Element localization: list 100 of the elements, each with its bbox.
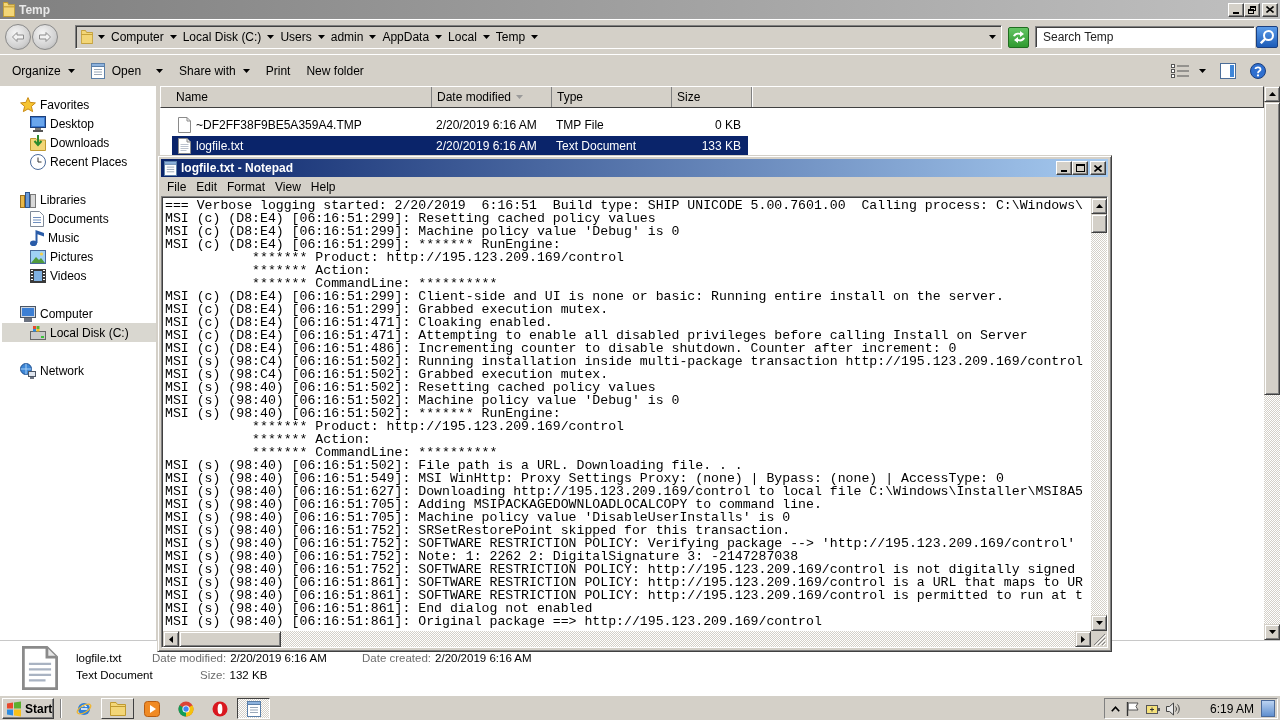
- menu-item[interactable]: Edit: [191, 177, 223, 196]
- split-button[interactable]: Open: [82, 58, 172, 83]
- log-line: ******* Action:: [251, 433, 372, 446]
- show-desktop-button[interactable]: [1261, 700, 1275, 717]
- breadcrumb-item[interactable]: admin: [329, 27, 365, 47]
- breadcrumb-item[interactable]: Local: [447, 27, 478, 47]
- menu-item[interactable]: View: [270, 177, 306, 196]
- log-line: ******* Action:: [251, 264, 372, 277]
- scrollbar-thumb[interactable]: [1091, 214, 1107, 233]
- computer-icon: [20, 305, 36, 322]
- chevron-up-icon: [1111, 705, 1120, 712]
- refresh-arrows-icon: [1011, 31, 1026, 43]
- log-line: MSI (s) (98:40) [06:16:51:502]: ******* RunEngine:: [165, 407, 561, 420]
- log-line: MSI (s) (98:40) [06:16:51:752]: SOFTWARE RESTRICTION POLICY: Verifying package --> 'http://195.123.209.169/control': [165, 537, 1077, 550]
- menu-item[interactable]: File: [162, 177, 192, 196]
- close-button[interactable]: [1262, 2, 1278, 17]
- caret-icon[interactable]: [169, 35, 177, 39]
- network-icon: [20, 362, 36, 379]
- scroll-down-button[interactable]: [1091, 615, 1107, 631]
- breadcrumb-item[interactable]: Users: [279, 27, 313, 47]
- nav-item[interactable]: Local Disk (C:): [2, 323, 156, 342]
- text-file-icon: [178, 137, 191, 154]
- nav-item[interactable]: Downloads: [2, 133, 156, 152]
- nav-item[interactable]: Videos: [2, 266, 156, 285]
- text-editor[interactable]: [163, 198, 1091, 631]
- folder-icon: [3, 2, 15, 17]
- caret-icon[interactable]: [369, 35, 377, 39]
- restore-icon: [1248, 5, 1256, 14]
- nav-item[interactable]: Favorites: [2, 95, 156, 114]
- scroll-right-button[interactable]: [1075, 631, 1091, 647]
- maximize-button[interactable]: [1072, 161, 1088, 175]
- restore-button[interactable]: [1244, 2, 1260, 17]
- picture-icon: [30, 249, 46, 264]
- taskbar-button[interactable]: [237, 698, 270, 719]
- scroll-up-button[interactable]: [1091, 198, 1107, 214]
- scrollbar[interactable]: [163, 631, 1091, 647]
- segmented-circle-icon: [177, 700, 194, 717]
- log-line: MSI (s) (98:C4) [06:16:51:502]: Grabbed execution mutex.: [165, 368, 610, 381]
- nav-item[interactable]: Music: [2, 228, 156, 247]
- scroll-up-button[interactable]: [1264, 86, 1280, 102]
- breadcrumb-item[interactable]: Computer: [110, 27, 165, 47]
- log-line: MSI (s) (98:40) [06:16:51:861]: Original package ==> http://195.123.209.169/control: [165, 615, 823, 628]
- scroll-left-button[interactable]: [163, 631, 179, 647]
- minimize-button[interactable]: [1056, 161, 1072, 175]
- search-button[interactable]: [1256, 26, 1278, 48]
- speaker-icon: [1166, 701, 1180, 716]
- scroll-down-button[interactable]: [1264, 624, 1280, 640]
- table-cell-text: 2/20/2019 6:16 AM: [435, 138, 538, 153]
- breadcrumb-item[interactable]: AppData: [381, 27, 431, 47]
- notepad-icon: [164, 160, 177, 176]
- menu-button[interactable]: Organize: [4, 58, 83, 83]
- table-cell-text: TMP File: [555, 117, 605, 132]
- close-button[interactable]: [1090, 161, 1106, 175]
- forward-button[interactable]: [32, 24, 58, 50]
- caret-icon[interactable]: [317, 35, 325, 39]
- nav-item[interactable]: Recent Places: [2, 152, 156, 171]
- caret-icon[interactable]: [98, 35, 105, 39]
- toolbar-button[interactable]: New folder: [298, 58, 372, 83]
- breadcrumb-item[interactable]: Temp: [494, 27, 527, 47]
- column-header[interactable]: Date modified: [432, 87, 552, 107]
- file-row[interactable]: logfile.txt 2/20/2019 6:16 AM Text Document 133 KB: [172, 136, 748, 155]
- close-icon: [1266, 6, 1274, 13]
- nav-item[interactable]: Computer: [2, 304, 156, 323]
- start-button[interactable]: Start: [2, 698, 54, 719]
- scrollbar[interactable]: [1264, 86, 1280, 640]
- nav-item[interactable]: Documents: [2, 209, 156, 228]
- nav-item[interactable]: Desktop: [2, 114, 156, 133]
- arrow-down-icon: [1095, 621, 1103, 625]
- back-button[interactable]: [5, 24, 31, 50]
- caret-icon[interactable]: [482, 35, 490, 39]
- nav-item[interactable]: Network: [2, 361, 156, 380]
- column-header[interactable]: Size: [672, 87, 752, 107]
- table-cell-text: 133 KB: [700, 138, 742, 153]
- dropdown-caret-icon[interactable]: [989, 35, 996, 39]
- log-line: MSI (s) (98:40) [06:16:51:502]: File path is a URL. Downloading file. . .: [165, 459, 744, 472]
- caret-icon[interactable]: [531, 35, 539, 39]
- column-header[interactable]: Type: [552, 87, 672, 107]
- caret-icon[interactable]: [267, 35, 275, 39]
- download-folder-icon: [30, 134, 46, 151]
- nav-item[interactable]: Pictures: [2, 247, 156, 266]
- search-field[interactable]: Search Temp: [1035, 26, 1255, 48]
- scrollbar-thumb[interactable]: [1264, 102, 1280, 395]
- toolbar-button[interactable]: Print: [257, 58, 299, 83]
- caret-icon[interactable]: [435, 35, 443, 39]
- minimize-button[interactable]: [1228, 2, 1244, 17]
- caret-icon: [242, 68, 250, 73]
- table-cell-text: Text Document: [555, 138, 638, 153]
- menu-button[interactable]: Share with: [171, 58, 258, 83]
- nav-item[interactable]: Libraries: [2, 190, 156, 209]
- menu-item[interactable]: Help: [305, 177, 341, 196]
- menu-item[interactable]: Format: [222, 177, 271, 196]
- scrollbar-thumb[interactable]: [179, 631, 281, 647]
- log-line: MSI (s) (98:40) [06:16:51:705]: Machine policy value 'DisableUserInstalls' is 0: [165, 511, 792, 524]
- breadcrumb-item[interactable]: Local Disk (C:): [181, 27, 263, 47]
- file-row[interactable]: ~DF2FF38F9BE5A359A4.TMP 2/20/2019 6:16 AM TMP File 0 KB: [172, 115, 748, 134]
- log-line: MSI (s) (98:40) [06:16:51:502]: Resetting cached policy values: [165, 381, 657, 394]
- address-bar[interactable]: Computer Local Disk (C:) Users admin AppData Local Temp: [75, 25, 1002, 49]
- minimize-icon: [1061, 170, 1067, 172]
- scrollbar[interactable]: [1091, 198, 1107, 631]
- refresh-button[interactable]: [1008, 26, 1029, 48]
